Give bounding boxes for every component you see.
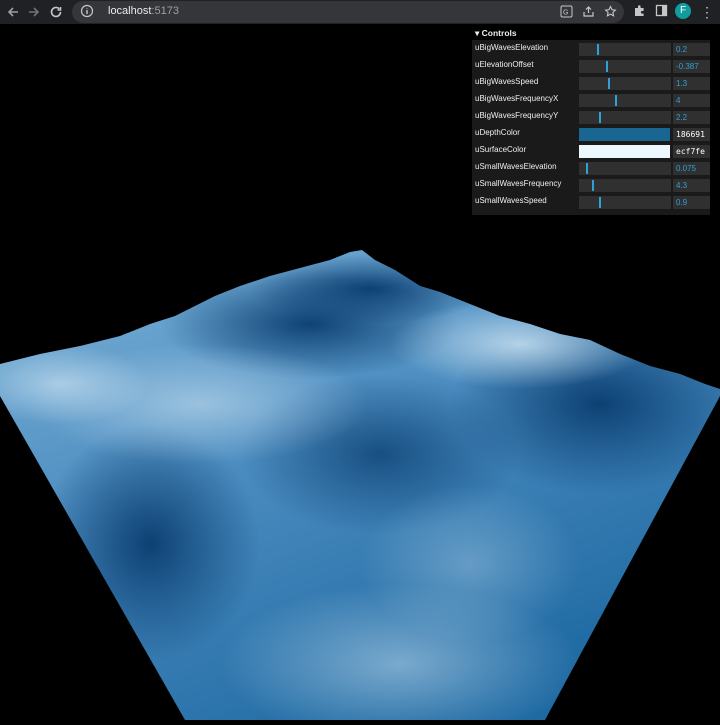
slider-track[interactable] (579, 60, 671, 73)
color-hex-input[interactable]: ecf7fe (673, 145, 710, 158)
number-input[interactable]: 2.2 (673, 111, 710, 124)
control-row: uBigWavesSpeed 1.3 (472, 74, 710, 90)
control-row: uDepthColor 186691 (472, 125, 710, 141)
translate-icon[interactable]: G (558, 5, 574, 21)
control-label: uSmallWavesElevation (475, 162, 557, 171)
control-row: uSmallWavesFrequency 4.3 (472, 176, 710, 192)
controls-panel: ▾ Controls uBigWavesElevation 0.2 uElevati… (472, 26, 710, 215)
control-row: uSurfaceColor ecf7fe (472, 142, 710, 158)
extensions-puzzle-icon[interactable] (631, 4, 647, 20)
controls-title: Controls (481, 28, 517, 38)
slider-handle[interactable] (599, 112, 601, 123)
info-icon[interactable] (80, 4, 96, 20)
slider-track[interactable] (579, 111, 671, 124)
control-label: uBigWavesElevation (475, 43, 549, 52)
control-row: uSmallWavesSpeed 0.9 (472, 193, 710, 209)
slider-handle[interactable] (608, 78, 610, 89)
reload-icon[interactable] (47, 3, 65, 21)
control-label: uDepthColor (475, 128, 520, 137)
control-label: uSmallWavesFrequency (475, 179, 562, 188)
color-swatch[interactable] (579, 145, 670, 158)
url-host: localhost (108, 5, 152, 17)
back-arrow-icon[interactable] (4, 3, 22, 21)
controls-title-bar[interactable]: ▾ Controls (472, 26, 710, 40)
more-menu-icon[interactable]: ⋮ (700, 3, 714, 21)
slider-track[interactable] (579, 77, 671, 90)
control-label: uSmallWavesSpeed (475, 196, 547, 205)
slider-track[interactable] (579, 196, 671, 209)
forward-arrow-icon[interactable] (25, 3, 43, 21)
control-label: uBigWavesFrequencyY (475, 111, 559, 120)
share-icon[interactable] (580, 5, 596, 21)
slider-track[interactable] (579, 94, 671, 107)
browser-toolbar: localhost:5173 G F ⋮ (0, 0, 720, 24)
bookmark-star-icon[interactable] (602, 5, 618, 21)
control-row: uBigWavesFrequencyY 2.2 (472, 108, 710, 124)
side-panel-icon[interactable] (653, 4, 669, 20)
control-label: uBigWavesFrequencyX (475, 94, 559, 103)
number-input[interactable]: 0.2 (673, 43, 710, 56)
control-row: uSmallWavesElevation 0.075 (472, 159, 710, 175)
number-input[interactable]: 0.075 (673, 162, 710, 175)
color-hex-input[interactable]: 186691 (673, 128, 710, 141)
number-input[interactable]: 0.9 (673, 196, 710, 209)
slider-handle[interactable] (599, 197, 601, 208)
slider-track[interactable] (579, 43, 671, 56)
url-text[interactable]: localhost:5173 (108, 5, 179, 17)
number-input[interactable]: 4.3 (673, 179, 710, 192)
slider-track[interactable] (579, 179, 671, 192)
slider-handle[interactable] (592, 180, 594, 191)
color-swatch[interactable] (579, 128, 670, 141)
address-bar[interactable]: localhost:5173 G (72, 1, 624, 23)
profile-avatar[interactable]: F (675, 3, 691, 19)
control-row: uElevationOffset -0.387 (472, 57, 710, 73)
control-label: uElevationOffset (475, 60, 534, 69)
collapse-triangle-icon: ▾ (475, 28, 480, 38)
control-row: uBigWavesElevation 0.2 (472, 40, 710, 56)
number-input[interactable]: -0.387 (673, 60, 710, 73)
control-label: uBigWavesSpeed (475, 77, 539, 86)
slider-handle[interactable] (586, 163, 588, 174)
slider-handle[interactable] (606, 61, 608, 72)
slider-handle[interactable] (597, 44, 599, 55)
number-input[interactable]: 1.3 (673, 77, 710, 90)
svg-text:G: G (563, 10, 568, 17)
number-input[interactable]: 4 (673, 94, 710, 107)
slider-handle[interactable] (615, 95, 617, 106)
control-label: uSurfaceColor (475, 145, 527, 154)
url-port: :5173 (151, 5, 179, 17)
slider-track[interactable] (579, 162, 671, 175)
control-row: uBigWavesFrequencyX 4 (472, 91, 710, 107)
